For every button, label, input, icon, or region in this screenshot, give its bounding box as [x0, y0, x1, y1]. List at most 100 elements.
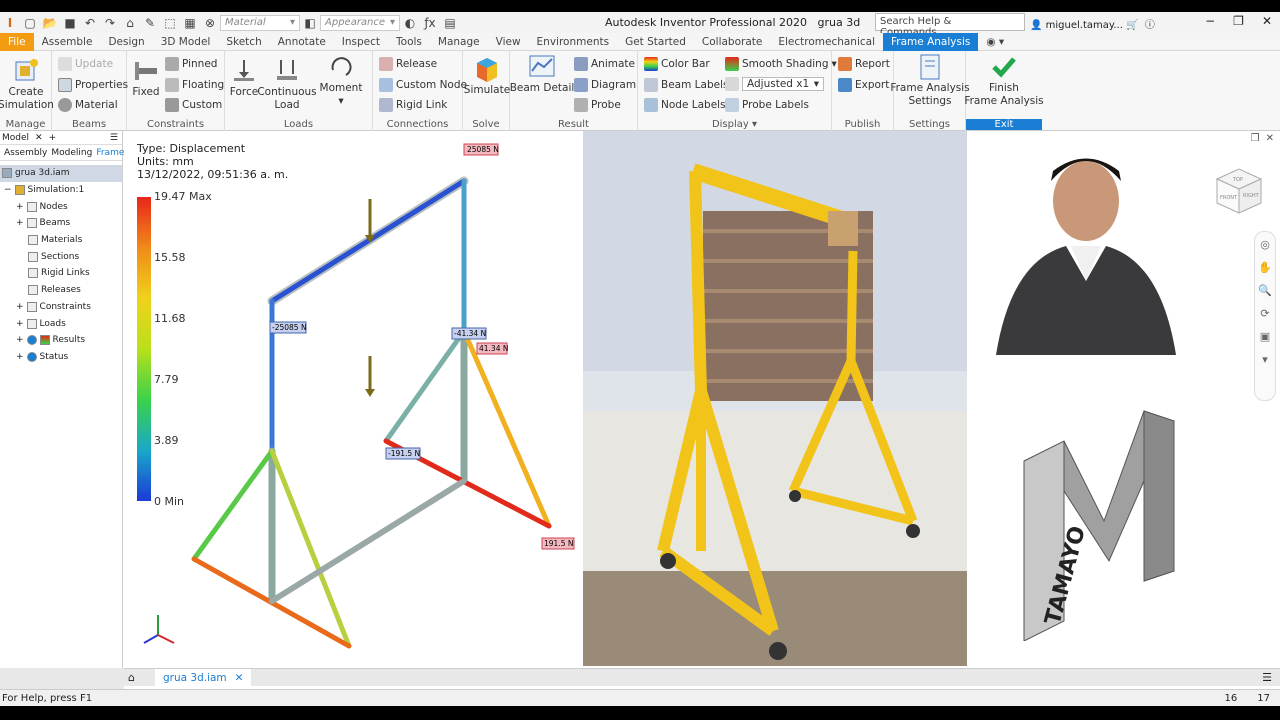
tab-environments[interactable]: Environments — [529, 33, 618, 51]
beam-left-leg-a[interactable] — [191, 448, 275, 562]
tree-node-sections[interactable]: Sections — [0, 248, 122, 265]
tree-node-simulation[interactable]: − Simulation:1 — [0, 182, 122, 199]
tab-get-started[interactable]: Get Started — [617, 33, 694, 51]
floating-button[interactable]: Floating — [165, 78, 224, 92]
tab-design[interactable]: Design — [100, 33, 152, 51]
tab-3d-model[interactable]: 3D Model — [153, 33, 219, 51]
tab-sketch[interactable]: Sketch — [218, 33, 269, 51]
expand-icon[interactable]: + — [16, 302, 24, 312]
release-button[interactable]: Release — [379, 57, 437, 71]
properties-button[interactable]: Properties — [58, 78, 128, 92]
return-icon[interactable]: ✎ — [140, 14, 160, 32]
expand-icon[interactable]: + — [16, 335, 24, 345]
restore-view-icon[interactable]: ❐ — [1251, 133, 1260, 144]
animate-button[interactable]: Animate — [574, 57, 635, 71]
tab-manage[interactable]: Manage — [430, 33, 488, 51]
expand-icon[interactable]: − — [4, 185, 12, 195]
tree-node-loads[interactable]: + Loads — [0, 315, 122, 332]
tree-node-materials[interactable]: Materials — [0, 232, 122, 249]
new-icon[interactable]: ▢ — [20, 14, 40, 32]
simulate-button[interactable]: Simulate — [464, 55, 510, 96]
appearance-select[interactable]: Appearance ▾ — [320, 14, 400, 31]
doc-tab[interactable]: grua 3d.iam ✕ — [154, 668, 252, 687]
adjusted-field[interactable]: Adjusted x1 ▾ — [742, 77, 824, 91]
add-tab-icon[interactable]: + — [49, 133, 57, 143]
tree-node-constraints[interactable]: + Constraints — [0, 299, 122, 316]
beam-labels-button[interactable]: Beam Labels — [644, 78, 728, 92]
frame-analysis-settings-button[interactable]: Frame Analysis Settings — [890, 53, 970, 107]
tab-assemble[interactable]: Assemble — [34, 33, 101, 51]
browser-tab-assembly[interactable]: Assembly — [4, 148, 47, 158]
tab-electromechanical[interactable]: Electromechanical — [770, 33, 883, 51]
minimize-icon[interactable]: − — [1205, 14, 1215, 28]
panel-label-display[interactable]: Display ▾ — [638, 119, 831, 130]
orbit-icon[interactable]: ⟳ — [1255, 307, 1275, 320]
tab-frame-analysis[interactable]: Frame Analysis — [883, 32, 979, 51]
smooth-shading-button[interactable]: Smooth Shading ▾ — [725, 57, 837, 71]
color-bar-button[interactable]: Color Bar — [644, 57, 710, 71]
browser-tab-frame[interactable]: Frame — [96, 148, 124, 158]
close-icon[interactable]: ✕ — [1262, 14, 1272, 28]
tree-node-beams[interactable]: + Beams — [0, 215, 122, 232]
custom-node-button[interactable]: Custom Node — [379, 78, 467, 92]
probe-button[interactable]: Probe — [574, 98, 621, 112]
adjusted-select[interactable]: Adjusted x1 ▾ — [725, 77, 824, 91]
beam-left-leg-b[interactable] — [269, 448, 352, 649]
expand-icon[interactable]: + — [16, 202, 24, 212]
expand-icon[interactable]: + — [16, 352, 24, 362]
material-select[interactable]: Material ▾ — [220, 14, 300, 31]
pan-icon[interactable]: ✋ — [1255, 261, 1275, 274]
tree-node-assembly[interactable]: grua 3d.iam — [0, 165, 122, 182]
cart-icon[interactable]: 🛒 — [1126, 20, 1138, 31]
steering-wheel-icon[interactable]: ◎ — [1255, 238, 1275, 251]
user-menu[interactable]: 👤 miguel.tamay... 🛒 ⓘ — [1030, 16, 1155, 31]
rigid-link-button[interactable]: Rigid Link — [379, 98, 447, 112]
adjust-icon[interactable]: ◐ — [400, 14, 420, 32]
diagram-button[interactable]: Diagram — [574, 78, 636, 92]
close-view-icon[interactable]: ✕ — [1266, 133, 1274, 144]
help-icon[interactable]: ⓘ — [1145, 20, 1155, 31]
moment-button[interactable]: Moment ▾ — [319, 53, 363, 107]
expand-icon[interactable]: + — [16, 319, 24, 329]
beam-right-leg-a[interactable] — [383, 328, 467, 444]
viewcube[interactable]: TOP FRONT RIGHT — [1209, 161, 1269, 221]
report-button[interactable]: Report — [838, 57, 890, 71]
export-button[interactable]: Export — [838, 78, 889, 92]
force-button[interactable]: Force — [229, 57, 259, 98]
select-icon[interactable]: ⬚ — [160, 14, 180, 32]
tab-view[interactable]: View — [488, 33, 529, 51]
viewcube-graphic[interactable]: TOP FRONT RIGHT — [1209, 161, 1269, 221]
tab-collaborate[interactable]: Collaborate — [694, 33, 770, 51]
restore-icon[interactable]: ❐ — [1233, 14, 1244, 28]
expand-icon[interactable]: + — [16, 218, 24, 228]
material-button[interactable]: Material — [58, 98, 118, 112]
update-button[interactable]: Update — [58, 57, 113, 71]
pinned-button[interactable]: Pinned — [165, 57, 217, 71]
fx-icon[interactable]: ƒx — [420, 14, 440, 32]
param-icon[interactable]: ▤ — [440, 14, 460, 32]
home-tab-icon[interactable]: ⌂ — [128, 671, 135, 684]
browser-tab-modeling[interactable]: Modeling — [51, 148, 92, 158]
tree-node-status[interactable]: + Status — [0, 349, 122, 366]
navbar-menu-icon[interactable]: ▾ — [1255, 353, 1275, 366]
fixed-button[interactable]: Fixed — [131, 57, 161, 98]
custom-button[interactable]: Custom — [165, 98, 222, 112]
tab-extra-icon[interactable]: ◉ ▾ — [978, 33, 1012, 51]
beam-detail-button[interactable]: Beam Detail — [510, 53, 574, 94]
tab-menu-icon[interactable]: ☰ — [1262, 671, 1272, 684]
close-icon[interactable]: ✕ — [235, 669, 244, 687]
tab-file[interactable]: File — [0, 32, 34, 51]
home-icon[interactable]: ⌂ — [120, 14, 140, 32]
tab-annotate[interactable]: Annotate — [270, 33, 334, 51]
beam-right-leg-b[interactable] — [461, 328, 552, 529]
probe-labels-button[interactable]: Probe Labels — [725, 98, 809, 112]
zoom-icon[interactable]: 🔍 — [1255, 284, 1275, 297]
tree-node-nodes[interactable]: + Nodes — [0, 198, 122, 215]
node-labels-button[interactable]: Node Labels — [644, 98, 726, 112]
finish-frame-analysis-button[interactable]: Finish Frame Analysis — [964, 53, 1044, 107]
tree-node-results[interactable]: + Results — [0, 332, 122, 349]
search-input[interactable]: Search Help & Commands... — [875, 13, 1025, 38]
beam-lower-tie[interactable] — [269, 478, 467, 604]
tab-inspect[interactable]: Inspect — [334, 33, 388, 51]
tab-tools[interactable]: Tools — [388, 33, 430, 51]
